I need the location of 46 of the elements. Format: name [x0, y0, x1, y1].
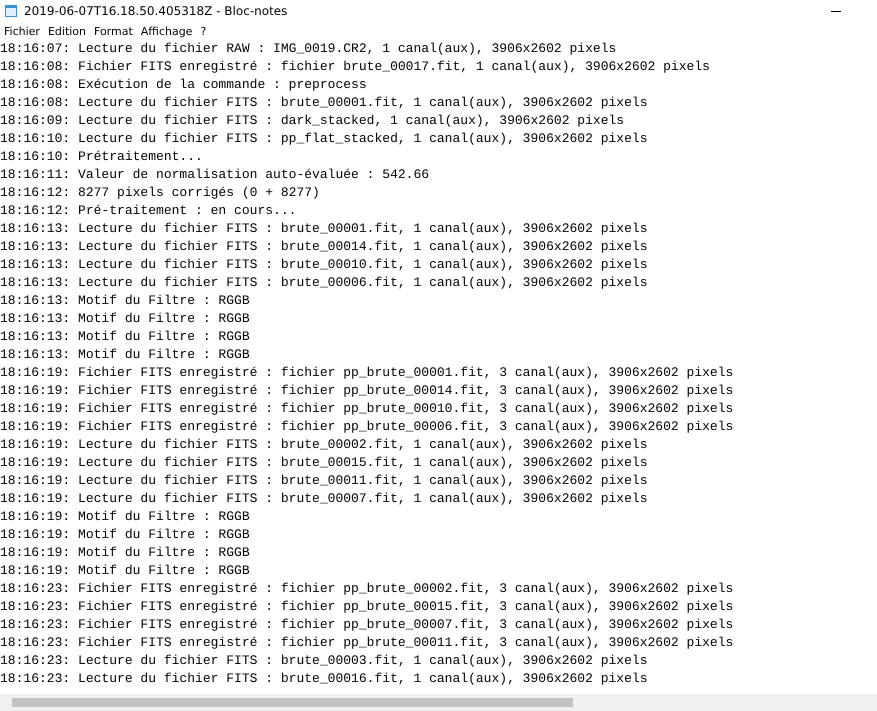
minimize-icon	[831, 10, 841, 12]
log-line: 18:16:19: Motif du Filtre : RGGB	[0, 526, 251, 544]
log-line: 18:16:19: Motif du Filtre : RGGB	[0, 508, 251, 526]
log-line: 18:16:13: Motif du Filtre : RGGB	[0, 346, 251, 364]
log-line: 18:16:19: Fichier FITS enregistré : fichier pp_brute_00006.fit, 3 canal(aux), 3906x2602 pixels	[0, 418, 734, 436]
log-line: 18:16:13: Motif du Filtre : RGGB	[0, 292, 251, 310]
log-line: 18:16:19: Lecture du fichier FITS : brute_00002.fit, 1 canal(aux), 3906x2602 pixels	[0, 436, 649, 454]
log-line: 18:16:19: Lecture du fichier FITS : brute_00015.fit, 1 canal(aux), 3906x2602 pixels	[0, 454, 649, 472]
log-line: 18:16:11: Valeur de normalisation auto-évaluée : 542.66	[0, 166, 430, 184]
log-line: 18:16:12: Pré-traitement : en cours...	[0, 202, 298, 220]
log-line: 18:16:23: Lecture du fichier FITS : brute_00016.fit, 1 canal(aux), 3906x2602 pixels	[0, 670, 649, 688]
log-line: 18:16:08: Fichier FITS enregistré : fichier brute_00017.fit, 1 canal(aux), 3906x2602 pixels	[0, 58, 711, 76]
log-line: 18:16:19: Lecture du fichier FITS : brute_00007.fit, 1 canal(aux), 3906x2602 pixels	[0, 490, 649, 508]
log-line: 18:16:08: Lecture du fichier FITS : brute_00001.fit, 1 canal(aux), 3906x2602 pixels	[0, 94, 649, 112]
log-line: 18:16:23: Fichier FITS enregistré : fichier pp_brute_00007.fit, 3 canal(aux), 3906x2602 pixels	[0, 616, 734, 634]
log-line: 18:16:13: Motif du Filtre : RGGB	[0, 310, 251, 328]
log-line: 18:16:10: Lecture du fichier FITS : pp_flat_stacked, 1 canal(aux), 3906x2602 pixels	[0, 130, 649, 148]
log-line: 18:16:10: Prétraitement...	[0, 148, 204, 166]
log-line: 18:16:19: Motif du Filtre : RGGB	[0, 544, 251, 562]
log-line: 18:16:19: Fichier FITS enregistré : fichier pp_brute_00010.fit, 3 canal(aux), 3906x2602 pixels	[0, 400, 734, 418]
log-line: 18:16:13: Lecture du fichier FITS : brute_00010.fit, 1 canal(aux), 3906x2602 pixels	[0, 256, 649, 274]
log-line: 18:16:08: Exécution de la commande : preprocess	[0, 76, 368, 94]
log-line: 18:16:19: Lecture du fichier FITS : brute_00011.fit, 1 canal(aux), 3906x2602 pixels	[0, 472, 649, 490]
notepad-icon	[4, 4, 18, 18]
menu-item[interactable]: Fichier	[2, 22, 46, 40]
log-line: 18:16:23: Fichier FITS enregistré : fichier pp_brute_00015.fit, 3 canal(aux), 3906x2602 pixels	[0, 598, 734, 616]
log-line: 18:16:09: Lecture du fichier FITS : dark_stacked, 1 canal(aux), 3906x2602 pixels	[0, 112, 626, 130]
log-line: 18:16:12: 8277 pixels corrigés (0 + 8277)	[0, 184, 321, 202]
log-line: 18:16:13: Motif du Filtre : RGGB	[0, 328, 251, 346]
log-line: 18:16:07: Lecture du fichier RAW : IMG_0019.CR2, 1 canal(aux), 3906x2602 pixels	[0, 40, 618, 58]
menu-item[interactable]: Affichage	[138, 22, 198, 40]
log-line: 18:16:23: Fichier FITS enregistré : fichier pp_brute_00002.fit, 3 canal(aux), 3906x2602 pixels	[0, 580, 734, 598]
log-line: 18:16:19: Fichier FITS enregistré : fichier pp_brute_00001.fit, 3 canal(aux), 3906x2602 pixels	[0, 364, 734, 382]
log-line: 18:16:13: Lecture du fichier FITS : brute_00014.fit, 1 canal(aux), 3906x2602 pixels	[0, 238, 649, 256]
log-line: 18:16:19: Fichier FITS enregistré : fichier pp_brute_00014.fit, 3 canal(aux), 3906x2602 pixels	[0, 382, 734, 400]
window-title: 2019-06-07T16.18.50.405318Z - Bloc-notes	[24, 4, 288, 18]
log-line: 18:16:23: Fichier FITS enregistré : fichier pp_brute_00011.fit, 3 canal(aux), 3906x2602 pixels	[0, 634, 734, 652]
log-line: 18:16:13: Lecture du fichier FITS : brute_00001.fit, 1 canal(aux), 3906x2602 pixels	[0, 220, 649, 238]
horizontal-scrollbar[interactable]	[0, 694, 877, 711]
menu-item[interactable]: Format	[92, 22, 139, 40]
log-line: 18:16:13: Lecture du fichier FITS : brute_00006.fit, 1 canal(aux), 3906x2602 pixels	[0, 274, 649, 292]
menu-item[interactable]: ?	[198, 22, 212, 40]
scrollbar-thumb[interactable]	[12, 698, 573, 707]
log-line: 18:16:23: Lecture du fichier FITS : brute_00003.fit, 1 canal(aux), 3906x2602 pixels	[0, 652, 649, 670]
log-line: 18:16:19: Motif du Filtre : RGGB	[0, 562, 251, 580]
menu-item[interactable]: Edition	[46, 22, 92, 40]
